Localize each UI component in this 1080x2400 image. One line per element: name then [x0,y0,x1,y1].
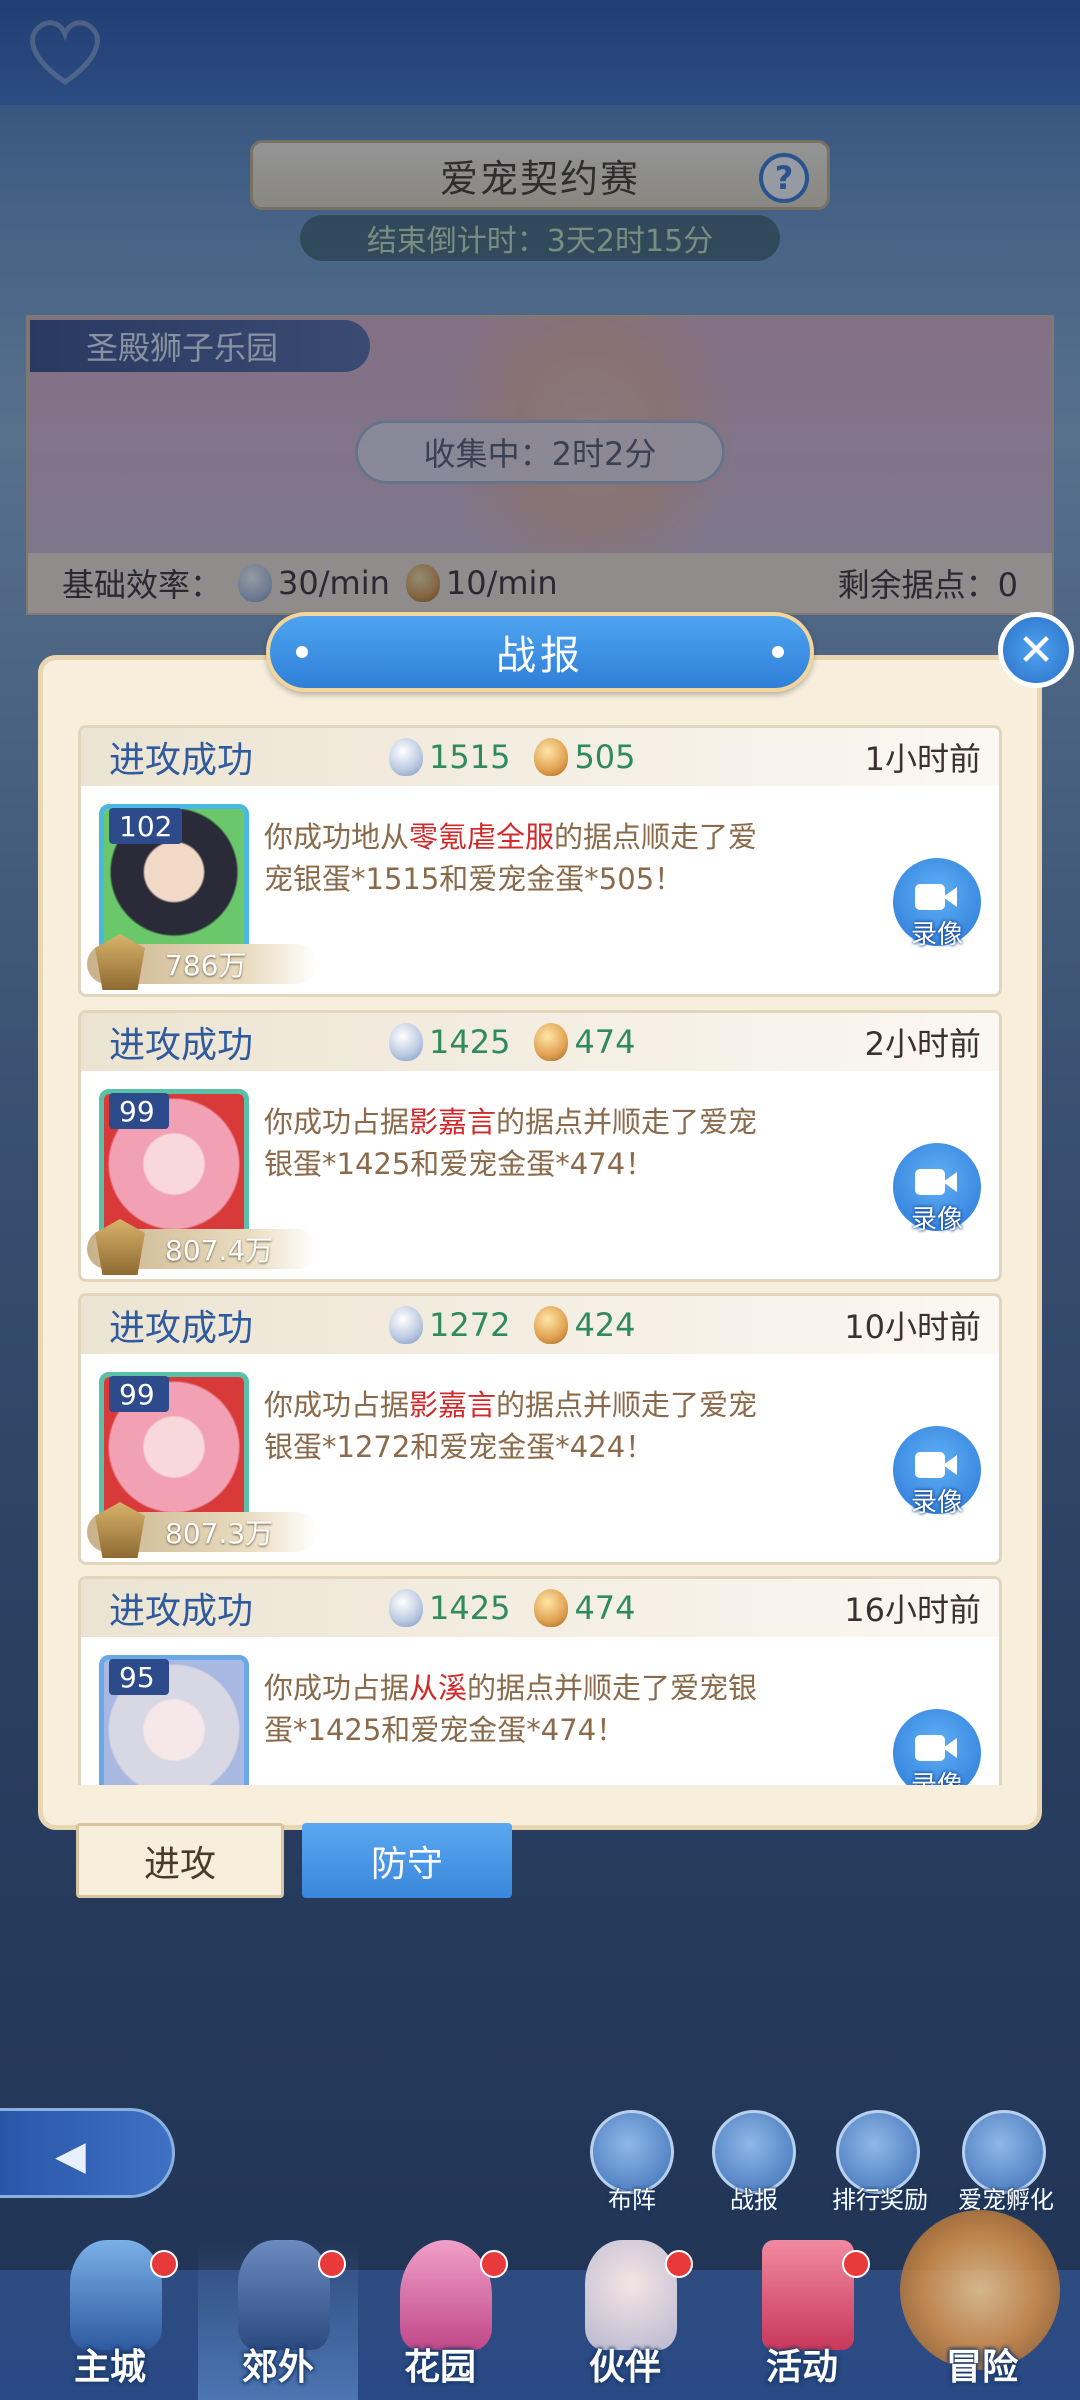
partner-avatar-icon [585,2240,677,2350]
close-button[interactable]: ✕ [998,612,1074,688]
silver-egg-icon [389,1306,423,1344]
report-time: 16小时前 [844,1591,981,1629]
nav-partner[interactable]: 伙伴 [545,2240,705,2400]
decor-dot [772,646,784,658]
message-prefix: 你成功占据 [264,1105,410,1139]
side-label-ranking: 排行奖励 [832,2186,928,2214]
report-list[interactable]: 进攻成功 1515 505 1小时前 102 786万 你成功地从零氪虐全服的据… [78,725,1002,1785]
message-prefix: 你成功占据 [264,1671,410,1705]
hexagram-icon [238,2240,330,2350]
report-header: 进攻成功 1425 474 16小时前 [81,1579,999,1637]
silver-amount: 1425 [429,1589,511,1627]
nav-suburbs[interactable]: 郊外 [198,2240,358,2400]
report-status: 进攻成功 [109,1025,254,1066]
opponent-name[interactable]: 零氪虐全服 [409,820,554,854]
silver-amount: 1515 [429,738,511,776]
report-status: 进攻成功 [109,1591,254,1632]
report-time: 10小时前 [844,1308,981,1346]
nav-label: 花园 [403,2347,476,2388]
notification-badge [480,2250,508,2278]
report-loot: 1425 474 [389,1023,660,1061]
nav-label: 主城 [73,2347,146,2388]
replay-label[interactable]: 录像 [893,914,981,951]
notification-badge [150,2250,178,2278]
decor-dot [296,646,308,658]
report-card: 进攻成功 1515 505 1小时前 102 786万 你成功地从零氪虐全服的据… [78,725,1002,997]
opponent-level: 99 [109,1093,169,1129]
opponent-name[interactable]: 影嘉言 [409,1105,496,1139]
tab-attack[interactable]: 进攻 [76,1823,284,1898]
opponent-name[interactable]: 从溪 [409,1671,467,1705]
notification-badge [318,2250,346,2278]
opponent-level: 99 [109,1376,169,1412]
gold-egg-icon [534,1306,569,1344]
opponent-name[interactable]: 影嘉言 [409,1388,496,1422]
nav-adventure[interactable]: 冒险 [902,2240,1062,2400]
report-time: 1小时前 [864,740,981,778]
report-message: 你成功占据影嘉言的据点并顺走了爱宠银蛋*1272和爱宠金蛋*424！ [264,1384,764,1468]
gift-box-icon [762,2240,854,2350]
heart-garden-icon [400,2240,492,2350]
gold-egg-icon [534,738,569,776]
report-card: 进攻成功 1425 474 2小时前 99 807.4万 你成功占据影嘉言的据点… [78,1010,1002,1282]
replay-label[interactable]: 录像 [893,1199,981,1236]
nav-label: 郊外 [241,2347,314,2388]
modal-title-bar: 战报 [266,612,814,692]
gold-egg-icon [534,1589,569,1627]
notification-badge [842,2250,870,2278]
side-label-hatch: 爱宠孵化 [958,2186,1054,2214]
report-message: 你成功占据从溪的据点并顺走了爱宠银蛋*1425和爱宠金蛋*474！ [264,1667,764,1751]
gold-amount: 424 [574,1306,636,1344]
silver-amount: 1425 [429,1023,511,1061]
gold-amount: 474 [574,1023,636,1061]
notification-badge [665,2250,693,2278]
message-prefix: 你成功地从 [264,820,410,854]
report-loot: 1272 424 [389,1306,660,1344]
castle-icon [70,2240,162,2350]
nav-label: 冒险 [945,2347,1018,2388]
message-prefix: 你成功占据 [264,1388,410,1422]
silver-amount: 1272 [429,1306,511,1344]
report-loot: 1515 505 [389,738,660,776]
opponent-level: 95 [109,1659,169,1695]
gold-amount: 505 [574,738,636,776]
report-header: 进攻成功 1272 424 10小时前 [81,1296,999,1354]
video-camera-icon [915,1452,945,1478]
report-status: 进攻成功 [109,740,254,781]
gold-egg-icon [534,1023,569,1061]
nav-garden[interactable]: 花园 [360,2240,520,2400]
video-camera-icon [915,1735,945,1761]
report-header: 进攻成功 1425 474 2小时前 [81,1013,999,1071]
silver-egg-icon [389,738,423,776]
modal-title: 战报 [496,633,584,679]
report-card: 进攻成功 1272 424 10小时前 99 807.3万 你成功占据影嘉言的据… [78,1293,1002,1565]
side-label-formation: 布阵 [608,2186,656,2214]
gold-amount: 474 [574,1589,636,1627]
nav-label: 伙伴 [588,2347,661,2388]
report-loot: 1425 474 [389,1589,660,1627]
report-status: 进攻成功 [109,1308,254,1349]
replay-label[interactable]: 录像 [893,1482,981,1519]
silver-egg-icon [389,1589,423,1627]
tab-defend[interactable]: 防守 [302,1823,512,1898]
back-arrow-icon: ◀ [55,2133,86,2179]
video-camera-icon [915,884,945,910]
nav-events[interactable]: 活动 [722,2240,882,2400]
nav-main-city[interactable]: 主城 [30,2240,190,2400]
replay-label[interactable]: 录像 [893,1765,981,1785]
opponent-level: 102 [109,808,183,844]
side-label-report: 战报 [730,2186,778,2214]
report-time: 2小时前 [864,1025,981,1063]
nav-label: 活动 [765,2347,838,2388]
report-message: 你成功占据影嘉言的据点并顺走了爱宠银蛋*1425和爱宠金蛋*474！ [264,1101,764,1185]
report-header: 进攻成功 1515 505 1小时前 [81,728,999,786]
silver-egg-icon [389,1023,423,1061]
back-button[interactable]: ◀ [0,2108,175,2198]
report-card: 进攻成功 1425 474 16小时前 95 你成功占据从溪的据点并顺走了爱宠银… [78,1576,1002,1785]
video-camera-icon [915,1169,945,1195]
report-message: 你成功地从零氪虐全服的据点顺走了爱宠银蛋*1515和爱宠金蛋*505！ [264,816,764,900]
